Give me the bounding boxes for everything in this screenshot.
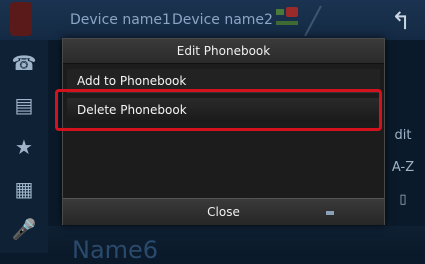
close-button[interactable]: Close <box>63 198 384 225</box>
phone-device-icon <box>10 2 32 36</box>
contact-name[interactable]: Name6 <box>72 236 158 264</box>
top-bar: Device name1 Device name2 ↰ <box>0 0 425 40</box>
star-icon[interactable]: ★ <box>10 134 38 160</box>
back-arrow-icon[interactable]: ↰ <box>386 6 416 36</box>
phonebook-icon[interactable]: ▤ <box>10 92 38 118</box>
device-tab-2[interactable]: Device name2 <box>166 6 279 34</box>
az-sort-button[interactable]: A-Z <box>381 160 425 175</box>
device-tab-1[interactable]: Device name1 <box>64 6 177 34</box>
sidebar: ☎ ▤ ★ ▦ 🎤 <box>0 40 48 253</box>
edit-label[interactable]: dit <box>381 128 425 143</box>
device-icon[interactable]: ▯ <box>381 192 425 207</box>
voice-icon[interactable]: 🎤 <box>10 216 38 242</box>
edit-phonebook-dialog: Edit Phonebook Add to Phonebook Delete P… <box>62 38 385 225</box>
signal-status-icon <box>276 7 306 33</box>
keypad-icon[interactable]: ▦ <box>10 176 38 202</box>
divider <box>304 5 322 37</box>
selection-highlight <box>55 89 382 131</box>
dialog-title: Edit Phonebook <box>63 39 384 64</box>
scroll-indicator <box>326 211 334 215</box>
phone-icon[interactable]: ☎ <box>10 50 38 76</box>
